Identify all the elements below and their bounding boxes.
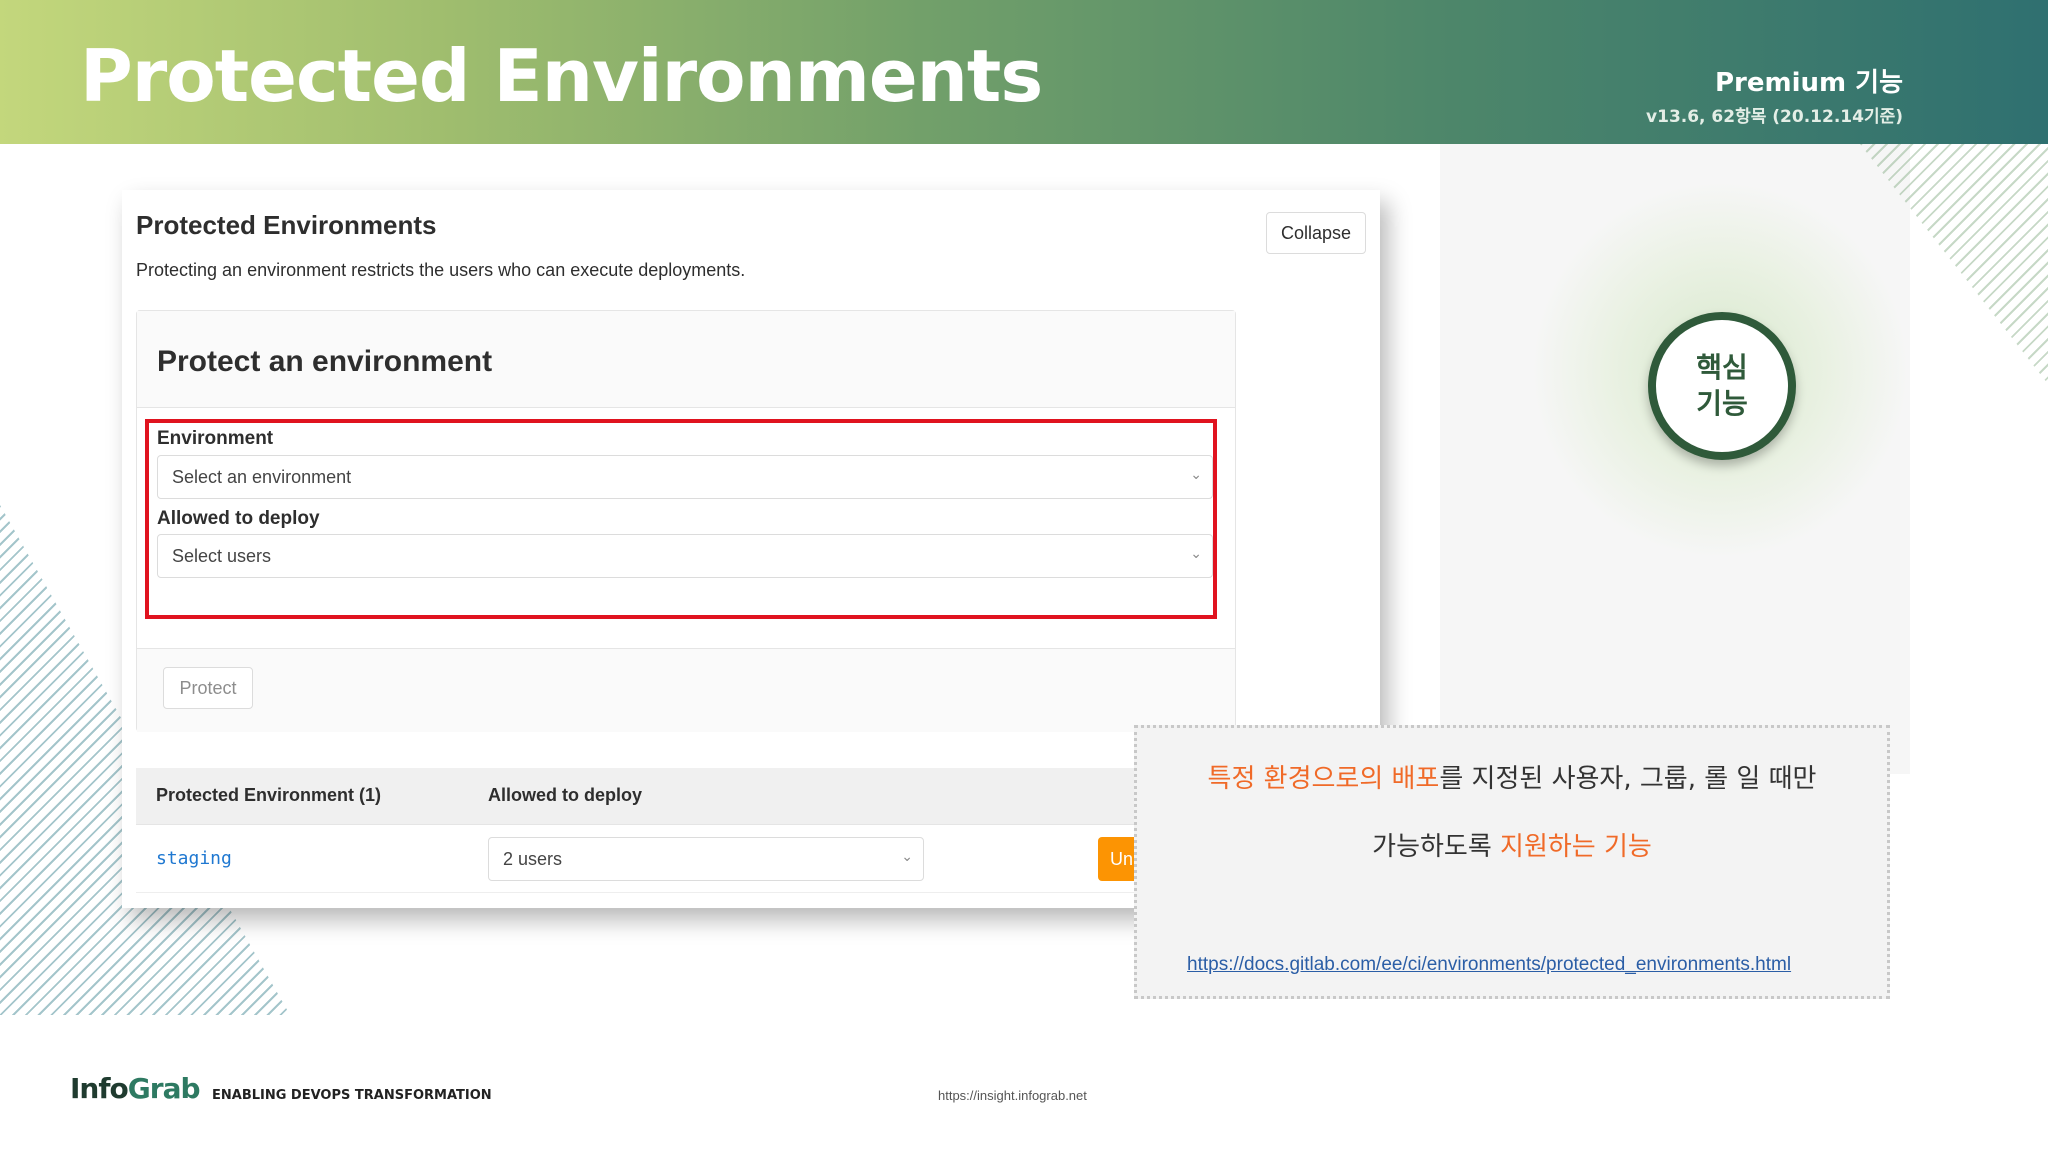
protect-environment-card: Protect an environment Environment Selec… xyxy=(136,310,1236,732)
badge-line-1: 핵심 xyxy=(1696,351,1748,384)
card-title: Protect an environment xyxy=(157,345,493,378)
table-header: Protected Environment (1) Allowed to dep… xyxy=(136,768,1236,825)
callout-line-2: 가능하도록 지원하는 기능 xyxy=(1137,826,1887,863)
section-heading: Protected Environments xyxy=(136,210,437,240)
protect-button[interactable]: Protect xyxy=(163,667,253,709)
badge-text: 핵심 기능 xyxy=(1677,350,1767,422)
docs-link[interactable]: https://docs.gitlab.com/ee/ci/environmen… xyxy=(1187,954,1791,976)
logo-grab: Grab xyxy=(127,1072,201,1105)
allowed-users-select[interactable]: 2 users ⌄ xyxy=(488,837,924,881)
callout-highlight-1: 특정 환경으로의 배포 xyxy=(1207,764,1440,794)
callout-highlight-2: 지원하는 기능 xyxy=(1500,832,1652,862)
feature-description-callout: 특정 환경으로의 배포를 지정된 사용자, 그룹, 롤 일 때만 가능하도록 지… xyxy=(1134,725,1890,999)
card-footer: Protect xyxy=(137,648,1235,732)
column-header-environment: Protected Environment (1) xyxy=(156,785,382,805)
callout-line-1: 특정 환경으로의 배포를 지정된 사용자, 그룹, 롤 일 때만 xyxy=(1137,758,1887,795)
callout-text-1: 를 지정된 사용자, 그룹, 롤 일 때만 xyxy=(1439,764,1817,794)
highlight-box xyxy=(145,419,1217,619)
protected-environments-table: Protected Environment (1) Allowed to dep… xyxy=(136,768,1236,893)
section-description: Protecting an environment restricts the … xyxy=(136,260,746,280)
infograb-logo: InfoGrab xyxy=(70,1072,201,1105)
footer-url: https://insight.infograb.net xyxy=(938,1088,1087,1103)
callout-text-2: 가능하도록 xyxy=(1372,832,1501,862)
core-feature-badge: 핵심 기능 xyxy=(1648,312,1796,460)
chevron-down-icon: ⌄ xyxy=(901,848,913,864)
allowed-users-value: 2 users xyxy=(503,849,563,869)
version-label: v13.6, 62항목 (20.12.14기준) xyxy=(1646,107,1903,127)
table-row: staging 2 users ⌄ Un xyxy=(136,825,1236,893)
header-banner: Protected Environments Premium 기능 v13.6,… xyxy=(0,0,2048,144)
slide-title: Protected Environments xyxy=(80,34,1043,118)
collapse-button[interactable]: Collapse xyxy=(1266,212,1366,254)
card-header: Protect an environment xyxy=(137,311,1235,408)
badge-line-2: 기능 xyxy=(1696,387,1748,420)
logo-info: Info xyxy=(70,1072,129,1105)
environment-link[interactable]: staging xyxy=(156,848,232,869)
banner-meta: Premium 기능 v13.6, 62항목 (20.12.14기준) xyxy=(1646,62,1903,127)
column-header-allowed: Allowed to deploy xyxy=(488,785,643,805)
premium-label: Premium 기능 xyxy=(1714,68,1903,98)
footer-tagline: ENABLING DEVOPS TRANSFORMATION xyxy=(212,1088,492,1103)
